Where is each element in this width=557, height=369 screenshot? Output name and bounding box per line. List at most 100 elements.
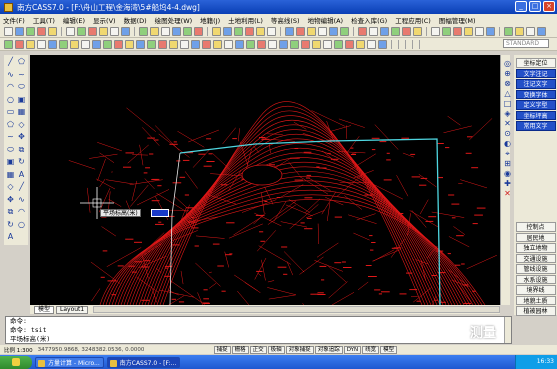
snap-tool-icon[interactable]: ◈ — [503, 109, 512, 118]
toolbar-button-icon[interactable] — [402, 26, 411, 36]
block-icon[interactable]: ↻ — [17, 157, 26, 166]
toolbar-button-icon[interactable] — [537, 26, 546, 36]
toolbar-button-icon[interactable] — [486, 26, 495, 36]
command-scrollbar[interactable] — [504, 317, 511, 343]
toolbar-button-icon[interactable] — [212, 26, 221, 36]
toolbar-button-icon[interactable] — [340, 26, 349, 36]
spline-icon[interactable]: ✥ — [17, 132, 26, 141]
right-panel-button[interactable]: 变换字体 — [515, 89, 556, 99]
toolbar-button-icon[interactable] — [114, 39, 123, 49]
toolbar-button-icon[interactable] — [48, 39, 57, 49]
toolbar-button-icon[interactable] — [268, 39, 277, 49]
toolbar-button-icon[interactable] — [37, 26, 46, 36]
rotate-icon[interactable]: ○ — [17, 220, 26, 229]
toolbar-button-icon[interactable] — [267, 26, 276, 36]
menu-item[interactable]: 地物编辑(A) — [308, 15, 344, 25]
toolbar-button-icon[interactable] — [150, 26, 159, 36]
status-toggle[interactable]: 线宽 — [362, 345, 380, 354]
menu-item[interactable]: 数据(D) — [124, 15, 147, 25]
snap-tool-icon[interactable]: ◐ — [503, 139, 512, 148]
toolbar-button-icon[interactable] — [413, 26, 422, 36]
snap-tool-icon[interactable]: ⊙ — [503, 129, 512, 138]
right-panel-button[interactable]: 坐标坪高 — [515, 110, 556, 120]
snap-tool-icon[interactable]: ⊞ — [503, 159, 512, 168]
toolbar-button-icon[interactable] — [59, 39, 68, 49]
toolbar-button-icon[interactable] — [110, 26, 119, 36]
right-panel-button[interactable]: 定义字型 — [515, 100, 556, 110]
region-icon[interactable]: ◇ — [6, 182, 15, 191]
snap-tool-icon[interactable]: ⊕ — [503, 69, 512, 78]
status-toggle[interactable]: 捕捉 — [213, 345, 231, 354]
menu-item[interactable]: 土地利用(L) — [228, 15, 263, 25]
toolbar-button-icon[interactable] — [431, 26, 440, 36]
symbol-category-button[interactable]: 水系设施 — [515, 274, 556, 284]
symbol-category-button[interactable]: 管线设施 — [515, 264, 556, 274]
hatch-icon[interactable]: ▦ — [6, 170, 15, 179]
toolbar-button-icon[interactable] — [172, 26, 181, 36]
snap-tool-icon[interactable]: △ — [503, 89, 512, 98]
toolbar-button-icon[interactable] — [318, 26, 327, 36]
menu-item[interactable]: 显示(V) — [93, 15, 116, 25]
toolbar-button-icon[interactable] — [202, 39, 211, 49]
toolbar-button-icon[interactable] — [285, 26, 294, 36]
toolbar-button-icon[interactable] — [323, 39, 332, 49]
toolbar-button-icon[interactable] — [4, 26, 13, 36]
horizontal-scrollbar[interactable] — [93, 306, 500, 313]
taskbar-item[interactable]: 方量计算 - Micro... — [35, 356, 104, 368]
text-icon[interactable]: A — [6, 232, 15, 241]
toolbar-button-icon[interactable] — [125, 39, 134, 49]
toolbar-button-icon[interactable] — [301, 39, 310, 49]
right-panel-button[interactable]: 坐标定位 — [515, 58, 556, 68]
toolbar-button-icon[interactable] — [161, 26, 170, 36]
toolbar-button-icon[interactable] — [358, 26, 367, 36]
toolbar-button-icon[interactable] — [48, 26, 57, 36]
toolbar-button-icon[interactable] — [504, 26, 513, 36]
toolbar-button-icon[interactable] — [475, 26, 484, 36]
toolbar-button-icon[interactable] — [99, 26, 108, 36]
drawing-canvas[interactable] — [30, 55, 500, 305]
toolbar-button-icon[interactable] — [369, 26, 378, 36]
toolbar-button-icon[interactable] — [213, 39, 222, 49]
toolbar-button-icon[interactable] — [526, 26, 535, 36]
symbol-category-button[interactable]: 境界线 — [515, 285, 556, 295]
toolbar-button-icon[interactable] — [334, 39, 343, 49]
snap-tool-icon[interactable]: □ — [503, 99, 512, 108]
copy-icon[interactable]: ⧉ — [6, 207, 15, 216]
toolbar-button-icon[interactable] — [136, 39, 145, 49]
menu-item[interactable]: 绘图处理(W) — [155, 15, 193, 25]
toolbar-button-icon[interactable] — [442, 26, 451, 36]
toolbar-button-icon[interactable] — [234, 26, 243, 36]
ellipse-icon[interactable]: ⬭ — [6, 145, 15, 154]
toolbar-button-icon[interactable] — [26, 26, 35, 36]
toolbar-button-icon[interactable] — [66, 26, 75, 36]
toolbar-button-icon[interactable] — [257, 39, 266, 49]
toolbar-button-icon[interactable] — [180, 39, 189, 49]
toolbar-button-icon[interactable] — [245, 26, 254, 36]
circle-icon[interactable]: ○ — [6, 95, 15, 104]
snap-tool-icon[interactable]: ◎ — [503, 59, 512, 68]
snap-tool-icon[interactable]: ⌖ — [503, 149, 512, 158]
toolbar-button-icon[interactable] — [329, 26, 338, 36]
minimize-button[interactable]: _ — [515, 1, 527, 12]
toolbar-button-icon[interactable] — [515, 26, 524, 36]
toolbar-button-icon[interactable] — [246, 39, 255, 49]
menu-item[interactable]: 地籍(J) — [200, 15, 220, 25]
rect-icon[interactable]: ▭ — [6, 107, 15, 116]
toolbar-button-icon[interactable] — [139, 26, 148, 36]
toolbar-button-icon[interactable] — [103, 39, 112, 49]
toolbar-button-icon[interactable] — [88, 26, 97, 36]
dynamic-input-field[interactable] — [151, 209, 169, 217]
snap-tool-icon[interactable]: ◉ — [503, 169, 512, 178]
toolbar-button-icon[interactable] — [235, 39, 244, 49]
toolbar-button-icon[interactable] — [345, 39, 354, 49]
toolbar-button-icon[interactable] — [158, 39, 167, 49]
status-toggle[interactable]: DYN — [343, 345, 362, 354]
menu-item[interactable]: 工程应用(C) — [395, 15, 431, 25]
tab-layout1[interactable]: Layout1 — [56, 305, 89, 314]
symbol-category-button[interactable]: 地貌土质 — [515, 295, 556, 305]
status-toggle[interactable]: 对象追踪 — [314, 345, 343, 354]
polygon-icon[interactable]: ◇ — [17, 120, 26, 129]
toolbar-button-icon[interactable] — [380, 26, 389, 36]
menu-item[interactable]: 图幅管理(M) — [439, 15, 476, 25]
toolbar-button-icon[interactable] — [194, 26, 203, 36]
